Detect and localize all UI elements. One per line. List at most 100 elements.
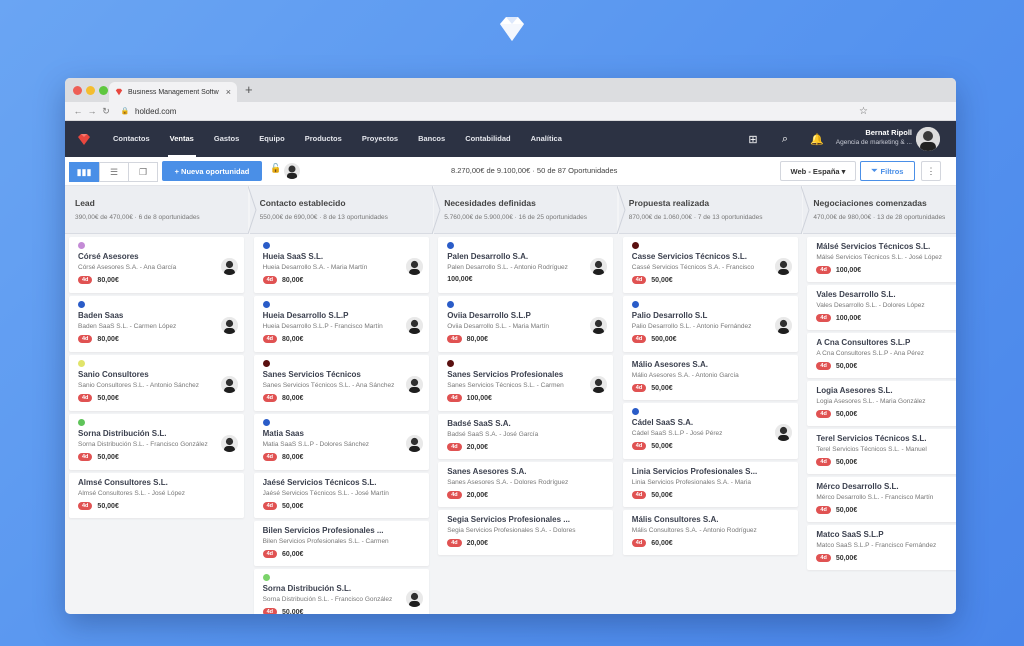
opportunity-card[interactable]: Sorna Distribución S.L. Sorna Distribució… <box>253 569 429 614</box>
holded-favicon-icon <box>115 88 123 96</box>
nav-item-analítica[interactable]: Analítica <box>521 121 572 157</box>
nav-item-equipo[interactable]: Equipo <box>249 121 294 157</box>
new-tab-button[interactable]: + <box>245 82 253 97</box>
pipeline-summary: 8.270,00€ de 9.100,00€ · 50 de 87 Oportu… <box>451 166 618 175</box>
column-header[interactable]: Contacto establecido 550,00€ de 690,00€ ·… <box>247 186 433 234</box>
kanban-view-button[interactable]: ▮▮▮ <box>69 162 99 182</box>
assignee-avatar <box>221 317 238 334</box>
opportunity-name: Terel Servicios Técnicos S.L. <box>816 434 927 443</box>
opportunity-card[interactable]: Bilen Servicios Profesionales ... Bilen S… <box>253 521 429 566</box>
opportunity-amount: 50,00€ <box>651 384 673 392</box>
tag-color-dot <box>78 301 85 308</box>
opportunity-name: Mális Consultores S.A. <box>631 515 719 524</box>
url-text[interactable]: holded.com <box>135 107 176 116</box>
opportunity-contact: Vales Desarrollo S.L. - Dolores López <box>816 302 925 309</box>
nav-item-ventas[interactable]: Ventas <box>160 121 204 157</box>
user-info[interactable]: Bernat Ripoll Agencia de marketing & ... <box>830 128 912 146</box>
forward-icon[interactable]: → <box>85 106 99 116</box>
notification-bell-icon[interactable]: 🔔 <box>801 133 833 146</box>
card-view-button[interactable]: ❐ <box>128 162 158 182</box>
more-options-button[interactable]: ⋮ <box>921 161 941 181</box>
tag-color-dot <box>631 242 639 249</box>
opportunity-name: Hueia SaaS S.L. <box>262 252 324 261</box>
list-view-button[interactable]: ☰ <box>99 162 129 182</box>
nav-item-productos[interactable]: Productos <box>295 121 352 157</box>
opportunity-card[interactable]: Hueia SaaS S.L. Hueia Desarrollo S.A. - M… <box>253 237 429 293</box>
minimize-window-dot[interactable] <box>86 86 95 95</box>
age-badge: 4d <box>816 458 831 466</box>
opportunity-card[interactable]: Linia Servicios Profesionales S... Linia … <box>622 462 798 507</box>
stage-arrow-icon <box>801 186 810 234</box>
opportunity-card[interactable]: Mális Consultores S.A. Mális Consultores … <box>622 510 798 555</box>
tab-close-icon[interactable]: × <box>226 87 231 97</box>
opportunity-amount: 20,00€ <box>466 491 489 499</box>
pipeline-select[interactable]: Web - España ▾ <box>780 161 856 181</box>
age-badge: 4d <box>262 502 278 510</box>
opportunity-card[interactable]: Sanio Consultores Sanio Consultores S.L. … <box>69 355 244 411</box>
opportunity-card[interactable]: Málio Asesores S.A. Málio Asesores S.A. -… <box>622 355 798 400</box>
nav-item-contabilidad[interactable]: Contabilidad <box>455 121 520 157</box>
nav-item-gastos[interactable]: Gastos <box>204 121 249 157</box>
browser-tab[interactable]: Business Management Softw × <box>109 82 237 102</box>
opportunity-card[interactable]: Málsé Servicios Técnicos S.L. Málsé Servi… <box>807 237 956 282</box>
unlock-icon[interactable]: 🔓 <box>270 163 281 174</box>
column-header[interactable]: Lead 390,00€ de 470,00€ · 6 de 8 oportuni… <box>65 186 248 234</box>
pipeline-column: Necesidades definidas 5.760,00€ de 5.900,… <box>432 186 618 558</box>
opportunity-card[interactable]: Terel Servicios Técnicos S.L. Terel Servi… <box>807 429 956 474</box>
age-badge: 4d <box>816 410 831 418</box>
opportunity-card[interactable]: Segia Servicios Profesionales ... Segia S… <box>438 510 614 555</box>
opportunity-card[interactable]: Almsé Consultores S.L. Almsé Consultores … <box>69 473 244 518</box>
opportunity-card[interactable]: Matia Saas Matia SaaS S.L.P - Dolores Sán… <box>253 414 429 470</box>
close-window-dot[interactable] <box>73 86 82 95</box>
opportunity-contact: Bilen Servicios Profesionales S.L. - Car… <box>262 538 389 545</box>
opportunity-card[interactable]: Jaésé Servicios Técnicos S.L. Jaésé Servi… <box>253 473 429 518</box>
opportunity-card[interactable]: Sanes Servicios Técnicos Sanes Servicios … <box>253 355 429 411</box>
opportunity-card[interactable]: Palen Desarrollo S.A. Palen Desarrollo S.… <box>438 237 614 293</box>
opportunity-card[interactable]: Matco SaaS S.L.P Matco SaaS S.L.P - Franc… <box>807 525 956 570</box>
opportunity-card[interactable]: Mérco Desarrollo S.L. Mérco Desarrollo S.… <box>807 477 956 522</box>
opportunity-card[interactable]: Sanes Asesores S.A. Sanes Asesores S.A. -… <box>438 462 614 507</box>
opportunity-card[interactable]: Casse Servicios Técnicos S.L. Cassé Servi… <box>622 237 798 293</box>
bars-icon: ▮▮▮ <box>76 166 92 177</box>
opportunity-name: Oviia Desarrollo S.L.P <box>447 311 531 320</box>
back-icon[interactable]: ← <box>71 106 85 116</box>
opportunity-amount: 50,00€ <box>651 491 673 499</box>
opportunity-card[interactable]: Logia Asesores S.L. Logia Asesores S.L. -… <box>807 381 956 426</box>
opportunity-card[interactable]: Sanes Servicios Profesionales Sanes Servi… <box>438 355 614 411</box>
opportunity-contact: A Cna Consultores S.L.P - Ana Pérez <box>816 350 924 357</box>
opportunity-card[interactable]: Vales Desarrollo S.L. Vales Desarrollo S.… <box>807 285 956 330</box>
nav-item-proyectos[interactable]: Proyectos <box>352 121 408 157</box>
nav-item-bancos[interactable]: Bancos <box>408 121 455 157</box>
opportunity-amount: 50,00€ <box>835 362 858 370</box>
opportunity-name: Linia Servicios Profesionales S... <box>631 467 758 476</box>
column-header[interactable]: Propuesta realizada 870,00€ de 1.060,00€ … <box>616 186 802 234</box>
opportunity-card[interactable]: Hueia Desarrollo S.L.P Hueia Desarrollo S… <box>253 296 429 352</box>
opportunity-contact: Linia Servicios Profesionales S.A. - Mar… <box>631 479 752 486</box>
new-opportunity-button[interactable]: + Nueva oportunidad <box>162 161 262 181</box>
nav-item-contactos[interactable]: Contactos <box>103 121 160 157</box>
column-header[interactable]: Necesidades definidas 5.760,00€ de 5.900,… <box>432 186 618 234</box>
age-badge: 4d <box>262 335 278 343</box>
bookmark-star-icon[interactable]: ☆ <box>859 106 868 117</box>
tag-color-dot <box>447 301 455 308</box>
filters-button[interactable]: ⏷ Filtros <box>860 161 915 181</box>
opportunity-card[interactable]: Baden Saas Baden SaaS S.L. - Carmen López… <box>69 296 244 352</box>
opportunity-card[interactable]: Oviia Desarrollo S.L.P Oviia Desarrollo S… <box>438 296 614 352</box>
maximize-window-dot[interactable] <box>99 86 108 95</box>
opportunity-card[interactable]: Sorna Distribución S.L. Sorna Distribució… <box>69 414 244 470</box>
app-logo-icon[interactable] <box>65 121 103 157</box>
search-icon[interactable]: ⌕ <box>769 133 801 146</box>
opportunity-card[interactable]: Badsé SaaS S.A. Badsé SaaS S.A. - José Ga… <box>438 414 614 459</box>
opportunity-card[interactable]: Cádel SaaS S.A. Cádel SaaS S.L.P - José P… <box>622 403 798 459</box>
opportunity-card[interactable]: A Cna Consultores S.L.P A Cna Consultores… <box>807 333 956 378</box>
opportunity-name: Bilen Servicios Profesionales ... <box>262 526 384 535</box>
opportunity-amount: 60,00€ <box>651 539 673 547</box>
owner-avatar[interactable] <box>284 163 300 179</box>
user-avatar[interactable] <box>916 127 940 151</box>
opportunity-card[interactable]: Palio Desarrollo S.L Palio Desarrollo S.L… <box>622 296 798 352</box>
opportunity-amount: 50,00€ <box>835 506 858 514</box>
add-icon[interactable]: ⊞ <box>737 133 769 146</box>
reload-icon[interactable]: ↻ <box>99 106 113 117</box>
column-header[interactable]: Negociaciones comenzadas 470,00€ de 980,0… <box>801 186 956 234</box>
opportunity-card[interactable]: Córsé Asesores Córsé Asesores S.A. - Ana … <box>69 237 244 293</box>
